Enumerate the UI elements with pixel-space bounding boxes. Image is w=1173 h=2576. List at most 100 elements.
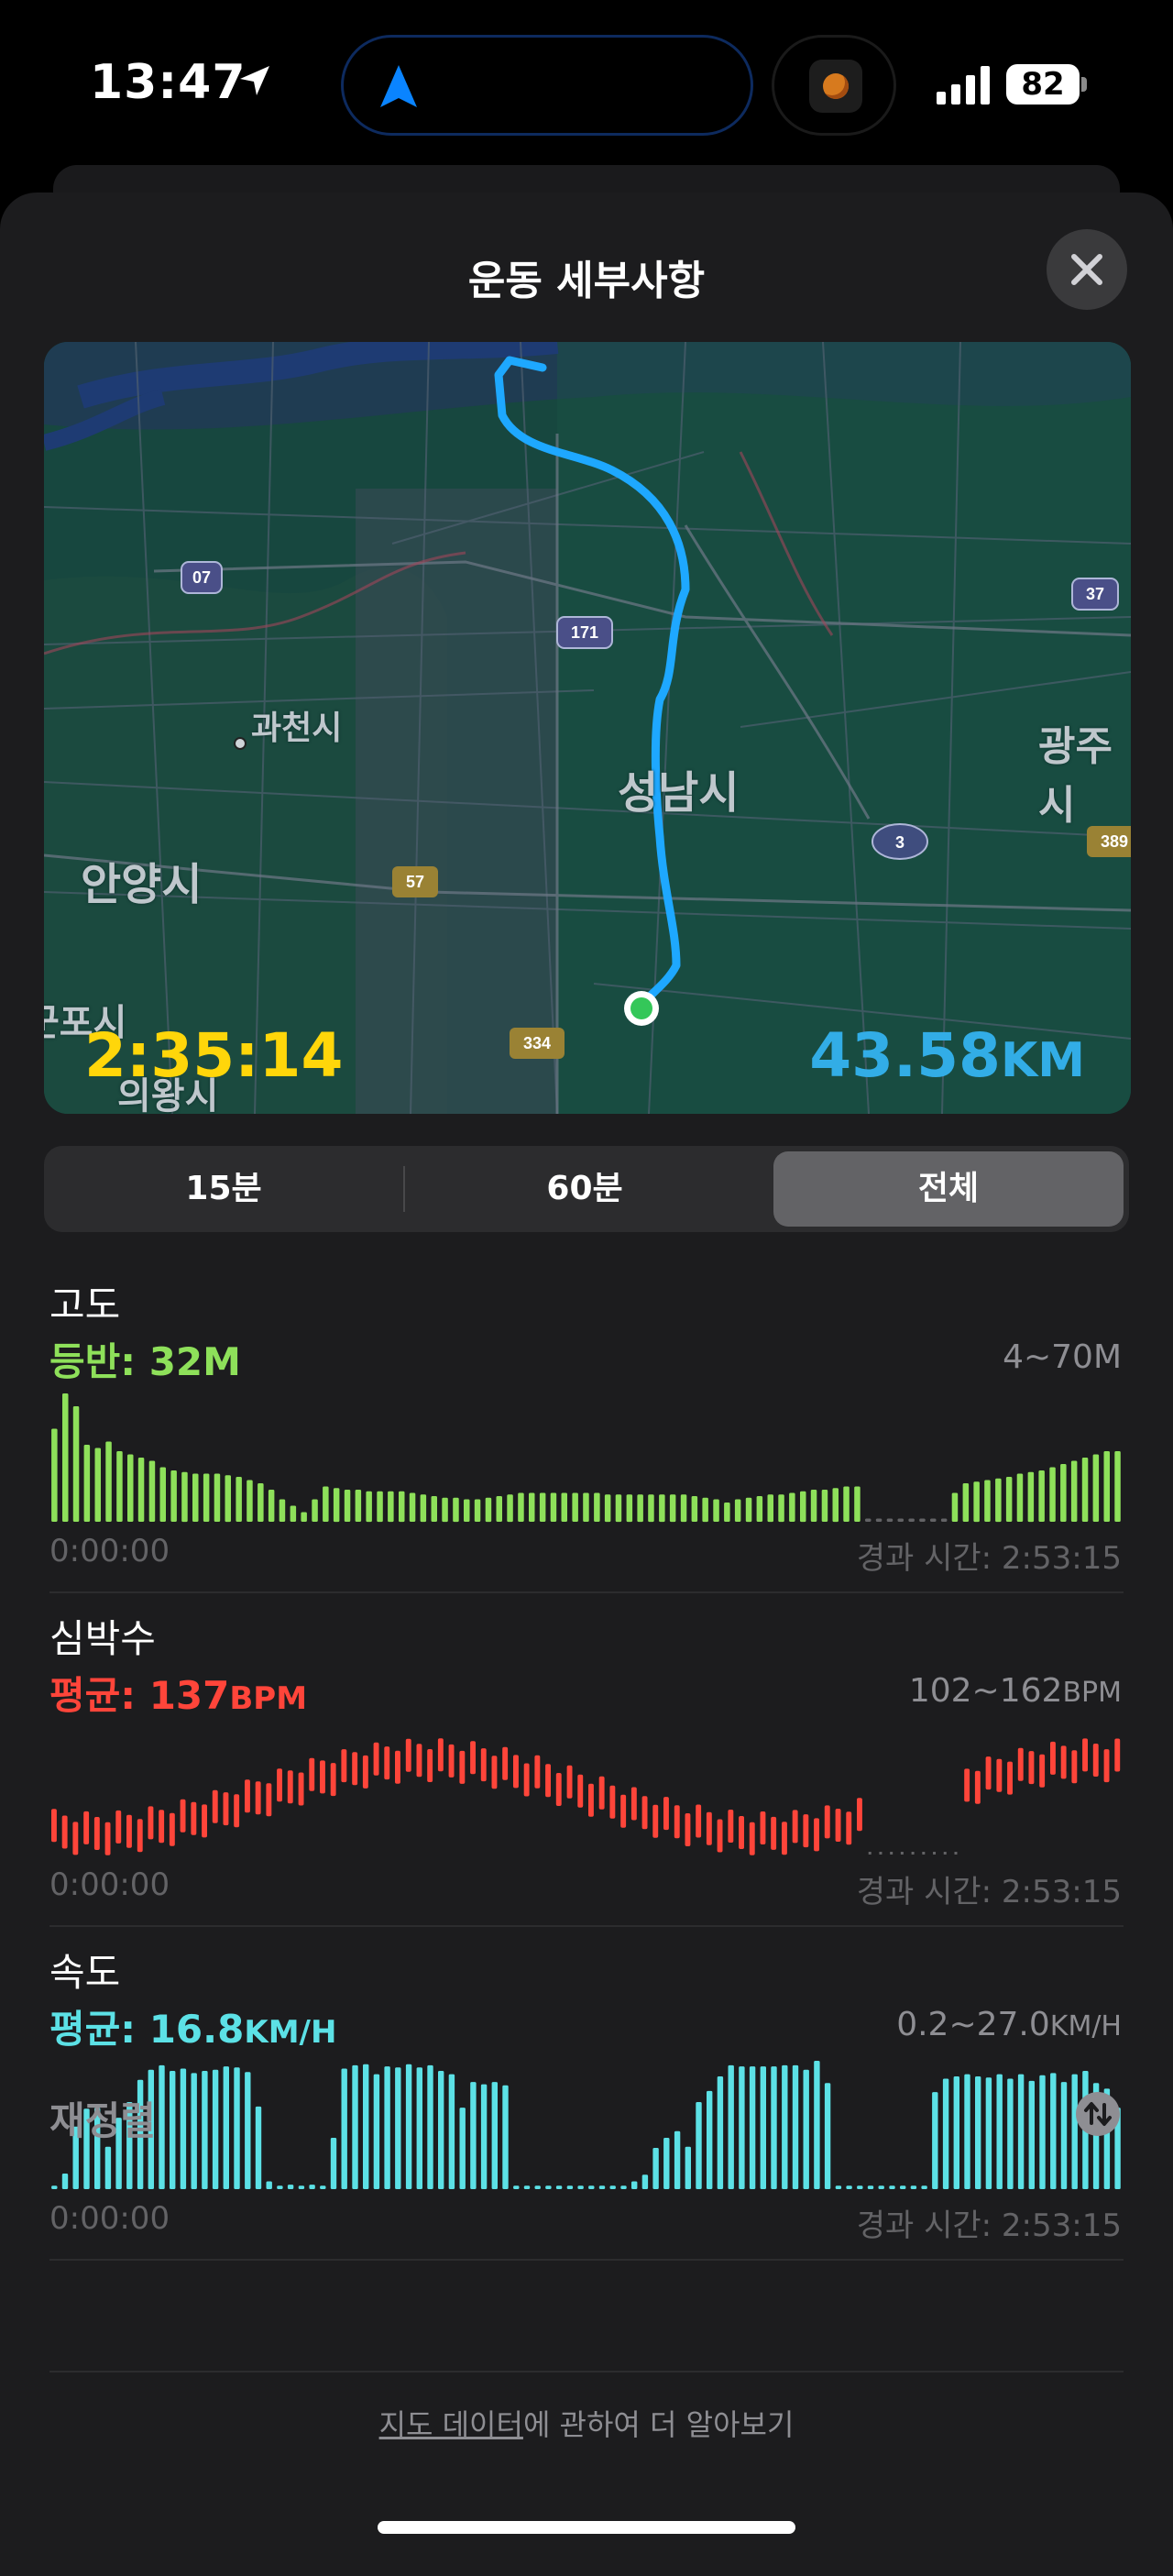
elevation-bar — [995, 1478, 1002, 1523]
map-label-gwangju: 광주시 — [1038, 723, 1113, 829]
heart-rate-gap-dot — [922, 1852, 926, 1855]
elevation-bar — [1081, 1458, 1089, 1522]
elevation-bar — [62, 1393, 69, 1522]
elevation-bar — [854, 1486, 861, 1522]
elevation-bar — [659, 1494, 665, 1523]
elevation-bar — [323, 1486, 329, 1522]
elevation-bar — [301, 1512, 307, 1522]
elevation-bar — [550, 1492, 557, 1522]
heart-rate-bar — [212, 1789, 218, 1823]
total-distance: 43.58KM — [809, 1020, 1085, 1091]
cellular-signal-icon — [937, 66, 990, 105]
elevation-bar — [680, 1494, 687, 1523]
elevation-bar — [442, 1497, 448, 1523]
elevation-bar — [734, 1499, 741, 1522]
dynamic-island-navigation[interactable] — [341, 35, 753, 136]
elevation-end-time: 경과 시간: 2:53:15 — [856, 1540, 1122, 1577]
heart-rate-bar — [652, 1804, 659, 1838]
map-data-link[interactable]: 지도 데이터 — [379, 2407, 523, 2442]
heart-rate-gap-dot — [933, 1852, 937, 1855]
home-indicator[interactable] — [378, 2521, 795, 2534]
elevation-bar — [333, 1488, 340, 1523]
heart-rate-bar — [255, 1781, 261, 1815]
svg-text:334: 334 — [523, 1034, 551, 1052]
speed-bar — [889, 2185, 895, 2189]
segment-15min[interactable]: 15분 — [49, 1151, 398, 1227]
heart-rate-bar — [749, 1822, 755, 1855]
heart-rate-bar — [266, 1783, 272, 1817]
elevation-bar — [312, 1499, 318, 1522]
heart-rate-bar — [1017, 1747, 1024, 1781]
speed-bar — [459, 2108, 466, 2189]
close-button[interactable] — [1047, 229, 1127, 310]
speed-title: 속도 — [49, 1950, 121, 1995]
segment-all[interactable]: 전체 — [773, 1151, 1124, 1227]
heart-rate-bar — [792, 1810, 798, 1844]
elevation-bar — [724, 1503, 730, 1522]
speed-bar — [782, 2064, 788, 2189]
elevation-bar — [648, 1494, 654, 1523]
elevation-bar — [984, 1480, 991, 1522]
elevation-bar — [1060, 1464, 1067, 1522]
elevation-bar — [94, 1448, 101, 1522]
heart-rate-bar — [191, 1801, 197, 1835]
speed-bar — [352, 2064, 358, 2189]
heart-rate-bar — [309, 1757, 315, 1791]
heart-rate-range: 102~162BPM — [908, 1672, 1122, 1710]
speed-bar — [480, 2084, 488, 2189]
heart-rate-bar — [598, 1776, 605, 1810]
elevation-title: 고도 — [49, 1282, 121, 1327]
speed-bar — [771, 2066, 777, 2189]
heart-rate-bar — [674, 1805, 680, 1839]
elevation-bar — [1070, 1460, 1078, 1522]
heart-rate-bar — [287, 1770, 293, 1804]
heart-rate-bar — [1050, 1741, 1056, 1775]
heart-rate-gap-dot — [943, 1852, 947, 1855]
elevation-bar — [170, 1470, 177, 1522]
heart-rate-bar — [782, 1822, 787, 1855]
speed-bar — [384, 2066, 390, 2189]
elevation-bar — [800, 1491, 806, 1523]
dynamic-island-app[interactable] — [772, 35, 896, 136]
heart-rate-bar — [545, 1764, 551, 1798]
heart-rate-bar — [696, 1804, 702, 1838]
heart-rate-gap-dot — [900, 1852, 904, 1855]
elevation-bar — [767, 1494, 773, 1523]
elevation-bar — [137, 1458, 145, 1522]
heart-rate-bar — [395, 1750, 400, 1784]
speed-bar — [330, 2138, 337, 2189]
speed-bar — [577, 2185, 584, 2189]
map-label-anyang: 안양시 — [81, 859, 203, 910]
speed-bar — [266, 2181, 272, 2189]
route-map[interactable]: 07 171 37 3 389 57 334 과천시 성남시 광주시 안양시 포… — [44, 342, 1131, 1114]
heart-rate-bar — [1007, 1761, 1013, 1795]
heart-rate-bar — [588, 1783, 594, 1817]
speed-range: 0.2~27.0KM/H — [896, 2006, 1122, 2043]
heart-rate-bar — [803, 1814, 809, 1848]
elevation-bar — [279, 1499, 286, 1522]
segment-60min[interactable]: 60분 — [411, 1151, 759, 1227]
elevation-bar — [1027, 1471, 1035, 1523]
elevation-bar — [973, 1481, 980, 1523]
heart-rate-bar — [760, 1811, 766, 1844]
elevation-bar — [453, 1497, 459, 1523]
elevation-bar — [268, 1490, 275, 1522]
reorder-icon[interactable] — [1076, 2092, 1120, 2136]
speed-bar — [942, 2078, 949, 2189]
elevation-bar — [1038, 1470, 1045, 1522]
speed-bar — [320, 2185, 326, 2189]
elevation-bar — [485, 1497, 492, 1523]
heart-rate-bar — [93, 1817, 100, 1850]
heart-rate-bar — [448, 1744, 455, 1778]
speed-bar — [835, 2185, 842, 2189]
svg-text:389: 389 — [1101, 832, 1128, 851]
speed-bar — [555, 2185, 563, 2189]
reorder-label[interactable]: 재정렬 — [49, 2090, 156, 2146]
speed-bar — [814, 2061, 820, 2189]
elevation-bar — [821, 1490, 828, 1522]
heart-rate-bar — [51, 1809, 57, 1843]
elevation-gain: 등반: 32M — [49, 1339, 241, 1384]
heart-rate-bar — [416, 1744, 422, 1778]
speed-bar — [212, 2069, 219, 2189]
heart-rate-bar — [857, 1798, 862, 1832]
